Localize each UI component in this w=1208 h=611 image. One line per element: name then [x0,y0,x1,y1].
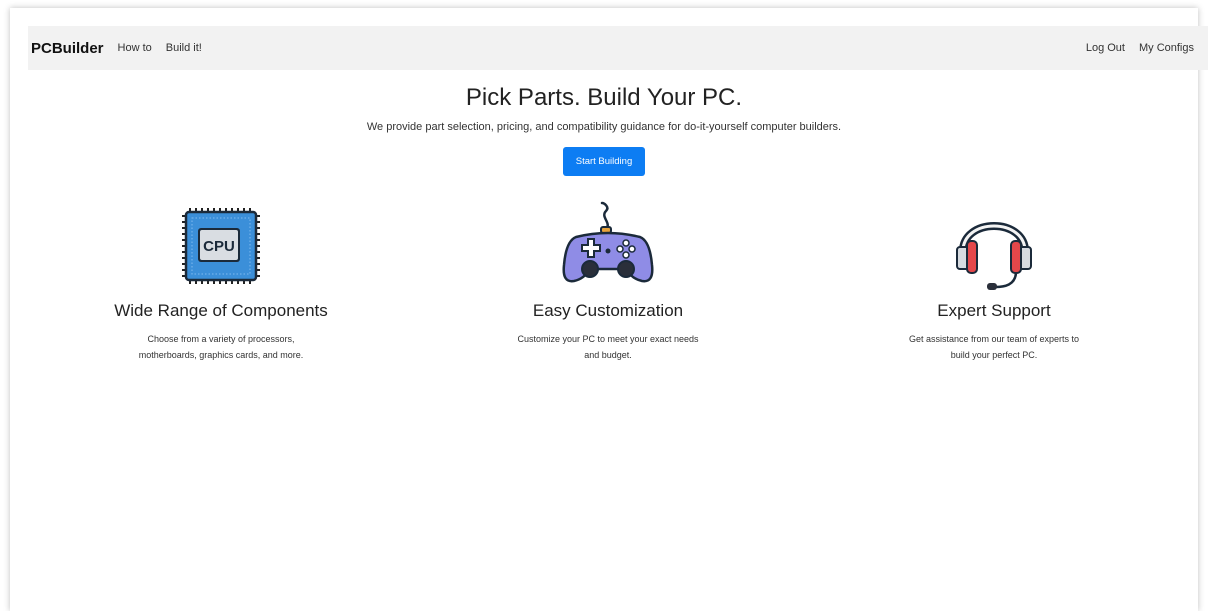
svg-text:CPU: CPU [203,238,235,255]
hero-title: Pick Parts. Build Your PC. [465,84,743,111]
gamepad-icon [488,198,728,294]
navbar-right: Log Out My Configs [1072,42,1194,54]
start-building-button[interactable]: Start Building [562,147,646,176]
cpu-icon: CPU [101,198,341,294]
feature-support-title: Expert Support [937,301,1051,320]
headset-icon [874,198,1114,294]
feature-customization-description: Customize your PC to meet your exact nee… [517,334,699,360]
feature-components: CPU Wide Range of Components Choose from… [101,198,341,363]
navbar: PCBuilder How to Build it! Log Out My Co… [28,26,1208,70]
feature-support-description: Get assistance from our team of experts … [908,334,1080,360]
feature-components-description: Choose from a variety of processors, mot… [138,334,304,360]
brand-link[interactable]: PCBuilder [31,40,104,57]
hero-subtitle: We provide part selection, pricing, and … [366,121,842,133]
nav-link-my-configs[interactable]: My Configs [1139,42,1194,54]
nav-link-build-it[interactable]: Build it! [166,42,202,54]
nav-link-log-out[interactable]: Log Out [1086,42,1125,54]
feature-components-title: Wide Range of Components [114,301,328,320]
nav-link-how-to[interactable]: How to [118,42,152,54]
feature-support: Expert Support Get assistance from our t… [874,198,1114,363]
feature-customization-title: Easy Customization [532,301,684,320]
hero-section: Pick Parts. Build Your PC. We provide pa… [0,84,1208,176]
feature-customization: Easy Customization Customize your PC to … [488,198,728,363]
